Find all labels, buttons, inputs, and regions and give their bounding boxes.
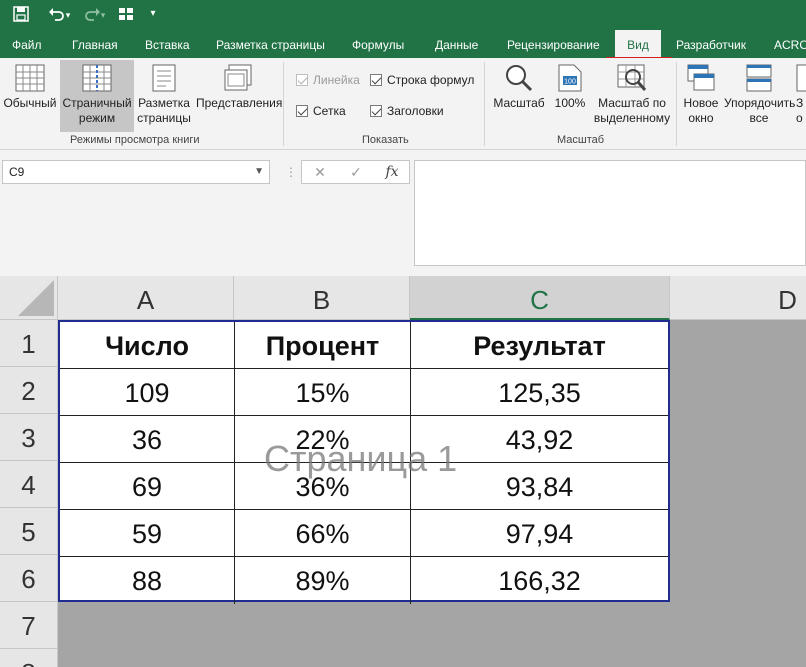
checkbox-mark	[370, 74, 382, 86]
page-layout-view-icon	[152, 64, 176, 92]
views-group-label: Режимы просмотра книги	[70, 134, 200, 146]
cell-a4[interactable]: 69	[60, 463, 235, 510]
zoom-selection-icon	[617, 64, 647, 91]
row-header-7[interactable]: 7	[0, 602, 58, 649]
cell-b5[interactable]: 66%	[235, 510, 411, 557]
formula-input[interactable]	[414, 160, 806, 266]
page-break-view-button[interactable]: Страничный режим	[60, 60, 134, 132]
print-area: Число Процент Результат 109 15% 125,35 3…	[58, 320, 670, 604]
cell-b4[interactable]: 36%	[235, 463, 411, 510]
cell-a1[interactable]: Число	[60, 322, 235, 369]
cell-a2[interactable]: 109	[60, 369, 235, 416]
checkbox-mark	[296, 105, 308, 117]
name-box[interactable]: C9 ▼	[2, 160, 270, 184]
select-all-triangle-icon	[18, 280, 54, 316]
normal-view-button[interactable]: Обычный	[2, 60, 58, 132]
cell-c4[interactable]: 93,84	[411, 463, 668, 510]
cell-b6[interactable]: 89%	[235, 557, 411, 604]
tab-view[interactable]: Вид	[615, 30, 661, 58]
ribbon-tabs: Файл Главная Вставка Разметка страницы Ф…	[0, 30, 806, 58]
formula-bar-checkbox[interactable]: Строка формул	[370, 72, 474, 88]
zoom-group-label: Масштаб	[557, 134, 605, 146]
custom-views-button[interactable]: Представления	[196, 60, 282, 132]
select-all-button[interactable]	[0, 276, 58, 320]
splitter-handle-icon[interactable]: ⋮	[285, 163, 297, 181]
new-window-icon	[687, 64, 715, 91]
page-break-view-icon	[82, 64, 112, 92]
group-divider	[283, 62, 284, 146]
cell-c6[interactable]: 166,32	[411, 557, 668, 604]
arrange-all-icon	[746, 64, 772, 92]
tab-review[interactable]: Рецензирование	[507, 30, 600, 58]
cell-c5[interactable]: 97,94	[411, 510, 668, 557]
formula-buttons: ✕ ✓ fx	[301, 160, 410, 184]
row-header-3[interactable]: 3	[0, 414, 58, 461]
excel-window: ▾ ▾ ▾ Файл Главная Вставка Разметка стра…	[0, 0, 806, 667]
zoom-100-button[interactable]: 100 100%	[550, 60, 590, 132]
cell-a3[interactable]: 36	[60, 416, 235, 463]
cell-a6[interactable]: 88	[60, 557, 235, 604]
customize-icon[interactable]	[116, 3, 136, 25]
freeze-panes-button[interactable]: З о	[796, 60, 806, 132]
gridlines-checkbox[interactable]: Сетка	[296, 103, 346, 119]
formula-area: C9 ▼ ⋮ ✕ ✓ fx	[0, 150, 806, 276]
column-header-c[interactable]: C	[410, 276, 670, 320]
quick-access-toolbar: ▾ ▾ ▾	[0, 0, 806, 30]
cell-b3[interactable]: 22%	[235, 416, 411, 463]
cell-c3[interactable]: 43,92	[411, 416, 668, 463]
ruler-checkbox[interactable]: Линейка	[296, 72, 360, 88]
cell-b1[interactable]: Процент	[235, 322, 411, 369]
save-icon[interactable]	[10, 3, 32, 25]
ribbon-view: Обычный Страничный режим Разметка страни…	[0, 58, 806, 150]
tab-formulas[interactable]: Формулы	[352, 30, 404, 58]
magnifier-icon	[506, 65, 533, 92]
cell-c1[interactable]: Результат	[411, 322, 668, 369]
headings-checkbox[interactable]: Заголовки	[370, 103, 444, 119]
cancel-icon[interactable]: ✕	[308, 161, 332, 183]
cell-b2[interactable]: 15%	[235, 369, 411, 416]
zoom-100-icon: 100	[558, 64, 582, 92]
tab-insert[interactable]: Вставка	[145, 30, 190, 58]
freeze-panes-icon	[796, 64, 806, 92]
group-divider	[484, 62, 485, 146]
row-header-6[interactable]: 6	[0, 555, 58, 602]
tab-developer[interactable]: Разработчик	[676, 30, 746, 58]
zoom-button[interactable]: Масштаб	[490, 60, 548, 132]
tab-home[interactable]: Главная	[72, 30, 118, 58]
qat-more-icon[interactable]: ▾	[146, 3, 160, 25]
new-window-button[interactable]: Новое окно	[680, 60, 722, 132]
row-header-1[interactable]: 1	[0, 320, 58, 367]
row-header-4[interactable]: 4	[0, 461, 58, 508]
zoom-to-selection-button[interactable]: Масштаб по выделенному	[592, 60, 672, 132]
column-header-a[interactable]: A	[58, 276, 234, 320]
row-header-5[interactable]: 5	[0, 508, 58, 555]
tab-data[interactable]: Данные	[435, 30, 478, 58]
custom-views-icon	[224, 64, 252, 91]
cell-c2[interactable]: 125,35	[411, 369, 668, 416]
group-divider	[676, 62, 677, 146]
tab-file[interactable]: Файл	[12, 30, 42, 58]
row-header-2[interactable]: 2	[0, 367, 58, 414]
checkbox-mark	[370, 105, 382, 117]
arrange-all-button[interactable]: Упорядочить все	[724, 60, 795, 132]
checkbox-mark	[296, 74, 308, 86]
normal-view-icon	[15, 64, 45, 92]
worksheet-grid: A B C D 1 2 3 4 5 6 7 8 Число Процент Ре…	[0, 276, 806, 667]
cell-a5[interactable]: 59	[60, 510, 235, 557]
column-header-d[interactable]: D	[670, 276, 806, 320]
chevron-down-icon[interactable]: ▼	[254, 161, 264, 183]
show-group-label: Показать	[362, 134, 409, 146]
enter-icon[interactable]: ✓	[344, 161, 368, 183]
redo-icon[interactable]: ▾	[80, 3, 108, 25]
tab-page-layout[interactable]: Разметка страницы	[216, 30, 325, 58]
undo-icon[interactable]: ▾	[44, 3, 74, 25]
row-header-8[interactable]: 8	[0, 649, 58, 667]
tab-acro[interactable]: ACRO	[774, 30, 806, 58]
column-header-b[interactable]: B	[234, 276, 410, 320]
svg-text:100: 100	[564, 79, 576, 86]
insert-function-icon[interactable]: fx	[380, 161, 404, 183]
page-layout-view-button[interactable]: Разметка страницы	[136, 60, 192, 132]
